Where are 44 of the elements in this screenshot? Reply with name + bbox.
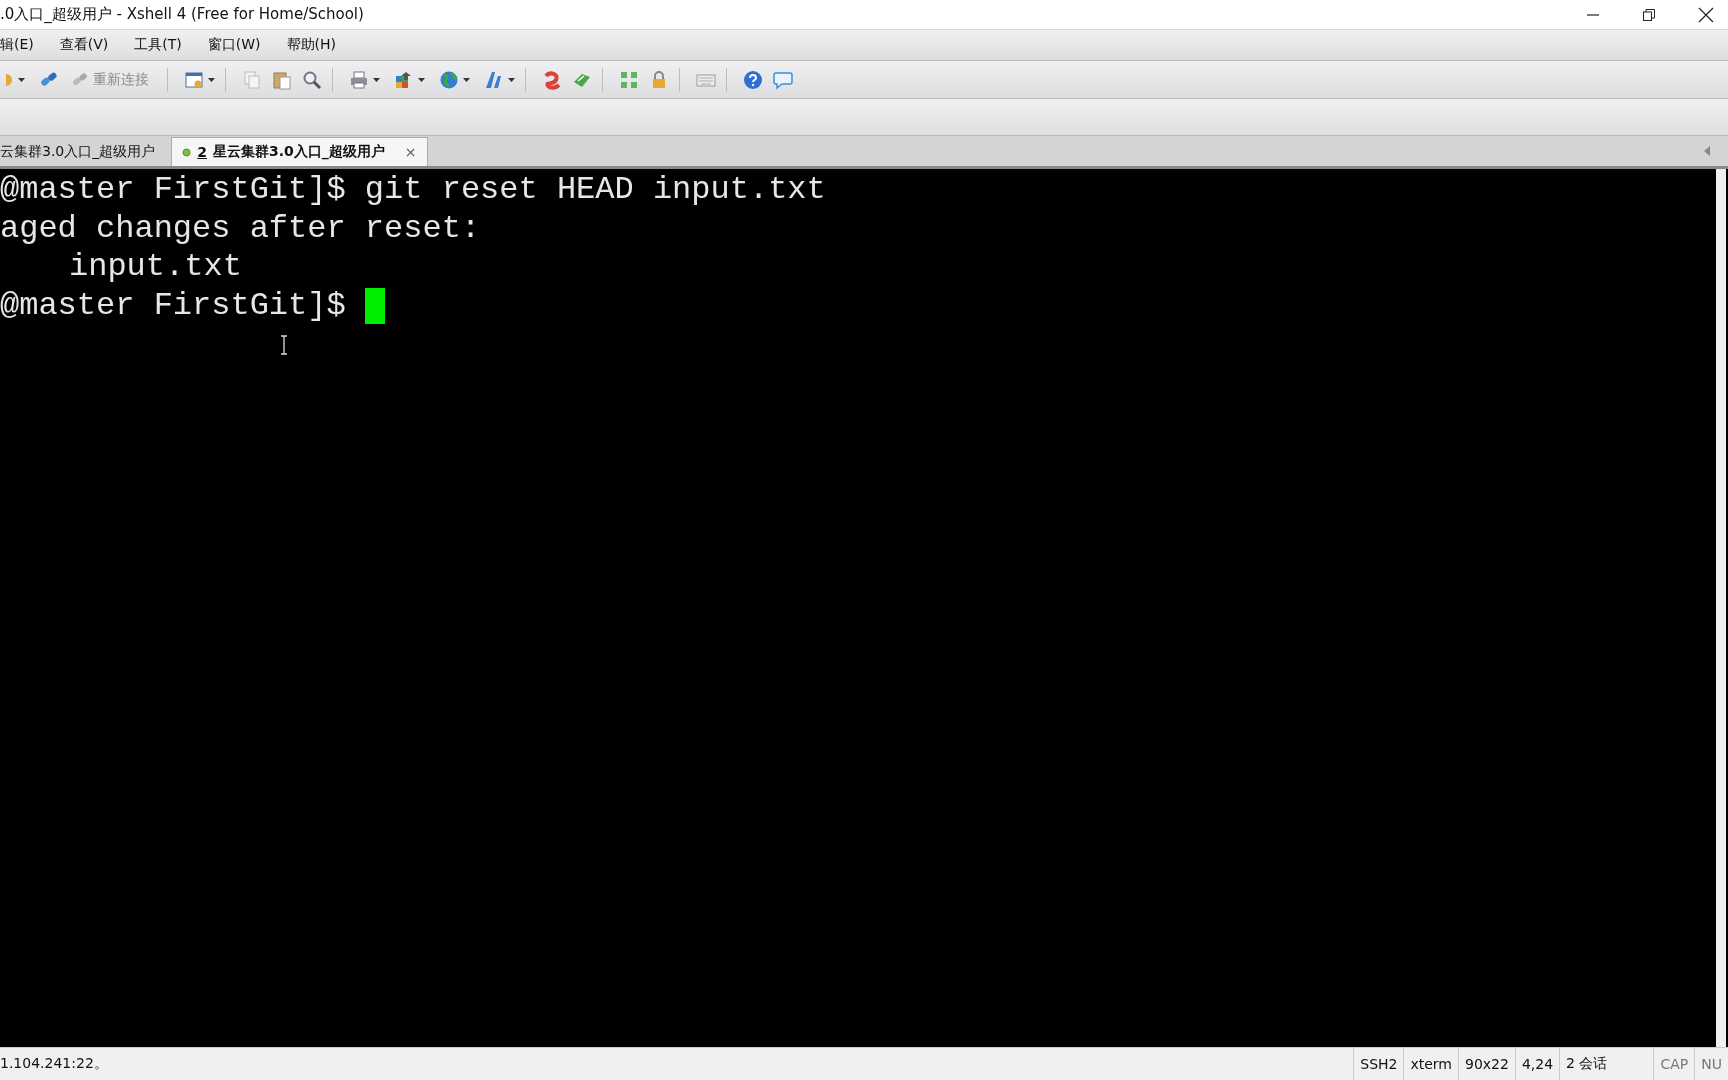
status-cell: xterm	[1403, 1048, 1458, 1080]
menu-item[interactable]: 帮助(H)	[282, 36, 350, 54]
menu-item[interactable]: 窗口(W)	[203, 36, 275, 54]
scrollbar[interactable]	[1716, 169, 1726, 1047]
chat-icon[interactable]	[773, 69, 793, 90]
status-cell: 90x22	[1458, 1048, 1515, 1080]
terminal-line: aged changes after reset:	[0, 209, 481, 249]
status-message: 1.104.241:22。	[0, 1055, 109, 1073]
terminal-line: @master FirstGit]$ git reset HEAD input.txt	[0, 171, 826, 210]
help-icon[interactable]	[743, 69, 763, 90]
dropdown-caret-icon[interactable]	[18, 77, 25, 82]
tab-number: 2	[197, 144, 207, 160]
terminal-line: @master FirstGit]$	[0, 286, 347, 326]
restore-icon[interactable]	[1642, 7, 1656, 22]
menu-item[interactable]: 辑(E)	[0, 36, 48, 54]
close-icon[interactable]	[1698, 6, 1714, 23]
dropdown-caret-icon[interactable]	[418, 77, 425, 82]
status-cell: CAP	[1653, 1048, 1695, 1080]
swirl-icon[interactable]	[542, 69, 562, 90]
terminal-cursor	[364, 288, 385, 325]
text-cursor-icon	[280, 335, 288, 355]
window-icon[interactable]	[184, 69, 204, 90]
terminal-line: input.txt	[69, 248, 242, 287]
status-cell: NU	[1694, 1048, 1728, 1080]
dropdown-caret-icon[interactable]	[373, 77, 380, 82]
window-title: .0入口_超级用户 - Xshell 4 (Free for Home/School)	[0, 5, 365, 24]
printer-icon[interactable]	[349, 69, 369, 90]
dropdown-caret-icon[interactable]	[508, 77, 515, 82]
session-tab[interactable]: 2 星云集群3.0入口_超级用户 ×	[171, 137, 428, 166]
status-cell: SSH2	[1353, 1048, 1404, 1080]
dropdown-caret-icon[interactable]	[208, 77, 215, 82]
session-tab[interactable]: 云集群3.0入口_超级用户	[0, 138, 166, 166]
menu-item[interactable]: 工具(T)	[130, 36, 196, 54]
tab-label: 云集群3.0入口_超级用户	[0, 143, 156, 161]
dropdown-caret-icon[interactable]	[463, 77, 470, 82]
menu-item[interactable]: 查看(V)	[55, 36, 123, 54]
status-dot-icon	[182, 147, 192, 157]
paste-icon[interactable]	[272, 69, 292, 90]
tab-label: 星云集群3.0入口_超级用户	[213, 143, 385, 161]
tab-close-button[interactable]: ×	[404, 144, 417, 160]
status-cell: 4,24	[1514, 1048, 1560, 1080]
search-icon[interactable]	[302, 69, 322, 90]
scroll-left-icon[interactable]	[1704, 146, 1710, 156]
status-cell: 2 会话	[1559, 1048, 1614, 1080]
